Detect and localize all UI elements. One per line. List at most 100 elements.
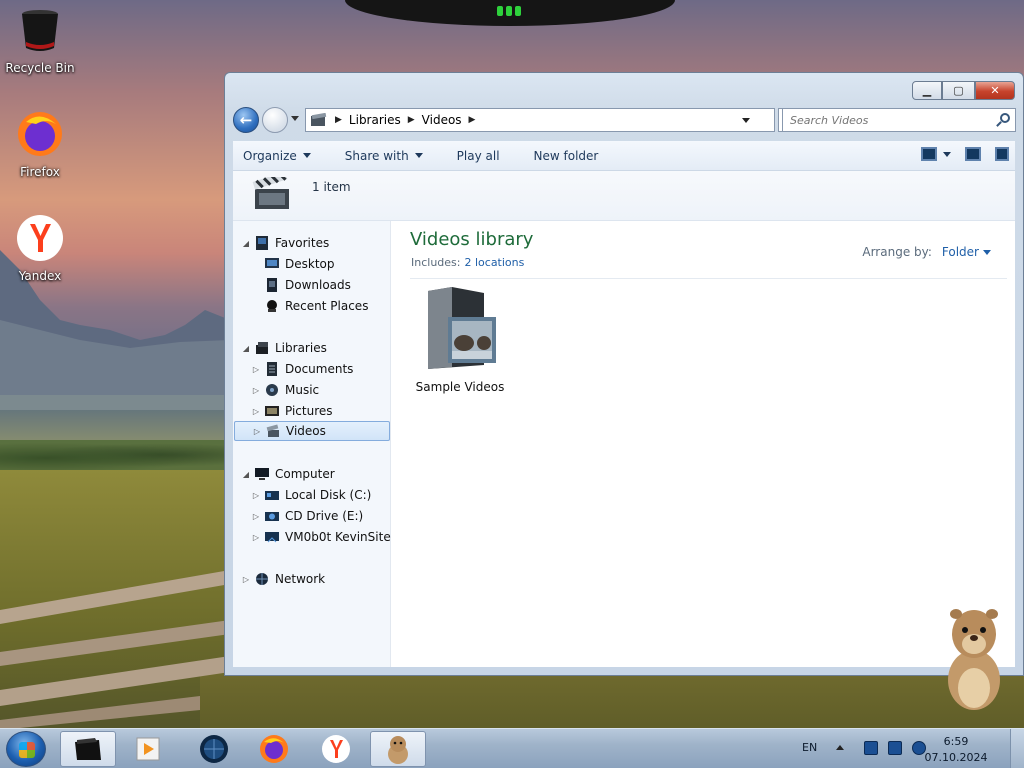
taskbar-media-player[interactable] <box>120 731 176 767</box>
expand-arrow-icon[interactable]: ▷ <box>251 386 261 395</box>
nav-downloads[interactable]: Downloads <box>261 275 351 295</box>
address-dropdown[interactable] <box>742 118 750 123</box>
play-all-button[interactable]: Play all <box>440 149 517 163</box>
firefox-icon <box>18 112 62 156</box>
show-hidden-icons-icon[interactable] <box>836 745 844 750</box>
divider <box>410 278 1007 279</box>
taskbar-globe-app[interactable] <box>186 731 242 767</box>
arrange-by: Arrange by: Folder <box>862 245 991 259</box>
view-controls <box>921 147 1009 161</box>
close-button[interactable]: ✕ <box>975 81 1015 100</box>
breadcrumb-separator-icon[interactable]: ▶ <box>408 115 415 125</box>
network-icon[interactable] <box>888 741 902 755</box>
clock[interactable]: 6:59 07.10.2024 <box>921 734 991 766</box>
expand-arrow-icon[interactable]: ▷ <box>251 491 261 500</box>
expand-arrow-icon[interactable]: ▷ <box>251 533 261 542</box>
firefox-icon <box>260 735 288 763</box>
breadcrumb-libraries[interactable]: Libraries <box>349 113 401 127</box>
yandex-icon <box>322 735 350 763</box>
nav-documents[interactable]: ▷ Documents <box>251 359 353 379</box>
nav-recent-places[interactable]: Recent Places <box>261 296 368 316</box>
network-globe-icon <box>256 573 268 585</box>
desktop-icon-recycle-bin[interactable]: Recycle Bin <box>0 6 80 75</box>
wallpaper-trees <box>0 440 230 470</box>
explorer-window: ▁ ▢ ✕ ← ▶ Libraries ▶ Videos ▶ ⇆ Organiz… <box>224 72 1024 676</box>
expand-arrow-icon[interactable]: ◢ <box>241 470 251 479</box>
recent-pages-dropdown[interactable] <box>291 116 299 121</box>
back-button[interactable]: ← <box>233 107 259 133</box>
search-box[interactable] <box>782 108 1016 132</box>
breadcrumb-separator-icon[interactable]: ▶ <box>469 115 476 125</box>
search-input[interactable] <box>783 113 993 127</box>
expand-arrow-icon[interactable]: ▷ <box>251 512 261 521</box>
desktop-icon-firefox[interactable]: Firefox <box>0 110 80 179</box>
system-tray: EN 6:59 07.10.2024 <box>794 729 1024 768</box>
navigation-bar: ← ▶ Libraries ▶ Videos ▶ ⇆ <box>233 107 1016 133</box>
breadcrumb-separator-icon[interactable]: ▶ <box>335 115 342 125</box>
recycle-bin-icon <box>22 10 58 51</box>
nav-computer-label: Computer <box>275 467 335 481</box>
maximize-button[interactable]: ▢ <box>942 81 975 100</box>
language-indicator[interactable]: EN <box>802 741 817 754</box>
taskbar-firefox[interactable] <box>246 731 302 767</box>
help-icon[interactable] <box>995 147 1009 161</box>
taskbar-yandex[interactable] <box>308 731 364 767</box>
expand-arrow-icon[interactable]: ▷ <box>241 575 251 584</box>
cd-drive-icon <box>265 512 279 521</box>
nav-music[interactable]: ▷ Music <box>251 380 319 400</box>
clock-date: 07.10.2024 <box>924 751 988 764</box>
arrange-dropdown[interactable]: Folder <box>942 245 991 259</box>
expand-arrow-icon[interactable]: ◢ <box>241 239 251 248</box>
preview-pane-icon[interactable] <box>965 147 981 161</box>
media-player-icon <box>136 737 160 761</box>
address-bar[interactable]: ▶ Libraries ▶ Videos ▶ ⇆ <box>305 108 804 132</box>
nav-pictures-label: Pictures <box>285 404 333 418</box>
search-icon[interactable] <box>1000 113 1010 123</box>
favorites-icon <box>256 236 268 250</box>
gopher-gadget-icon[interactable] <box>938 604 1010 712</box>
nav-favorites[interactable]: ◢ Favorites <box>241 233 329 253</box>
nav-desktop[interactable]: Desktop <box>261 254 335 274</box>
taskbar-gopher[interactable] <box>370 731 426 767</box>
globe-icon <box>200 735 228 763</box>
nav-videos-label: Videos <box>286 424 326 438</box>
share-with-button[interactable]: Share with <box>328 149 440 163</box>
forward-button[interactable] <box>262 107 288 133</box>
clapperboard-icon <box>252 177 289 209</box>
downloads-icon <box>267 278 277 292</box>
nav-network-site[interactable]: ▷ VM0b0t KevinSite <box>251 527 391 547</box>
command-bar: Organize Share with Play all New folder <box>233 141 1015 171</box>
gopher-icon <box>388 736 408 764</box>
expand-arrow-icon[interactable]: ▷ <box>251 365 261 374</box>
nav-local-disk-label: Local Disk (C:) <box>285 488 372 502</box>
taskbar-explorer[interactable] <box>60 731 116 767</box>
arrange-value: Folder <box>941 245 979 259</box>
nav-computer[interactable]: ◢ Computer <box>241 464 335 484</box>
expand-arrow-icon[interactable]: ▷ <box>251 407 261 416</box>
hard-drive-icon <box>265 491 279 500</box>
nav-network[interactable]: ▷ Network <box>241 569 325 589</box>
breadcrumb-videos[interactable]: Videos <box>422 113 462 127</box>
start-button[interactable] <box>6 731 46 767</box>
videos-library-icon <box>311 113 327 126</box>
nav-libraries[interactable]: ◢ Libraries <box>241 338 327 358</box>
change-view-icon[interactable] <box>921 147 937 161</box>
nav-local-disk[interactable]: ▷ Local Disk (C:) <box>251 485 371 505</box>
nav-cd-drive[interactable]: ▷ CD Drive (E:) <box>251 506 363 526</box>
organize-button[interactable]: Organize <box>233 149 328 163</box>
folder-item[interactable]: Sample Videos <box>410 285 510 394</box>
library-includes: Includes: 2 locations <box>411 256 524 269</box>
expand-arrow-icon[interactable]: ◢ <box>241 344 251 353</box>
nav-pictures[interactable]: ▷ Pictures <box>251 401 333 421</box>
desktop-icon-yandex[interactable]: Yandex <box>0 214 80 283</box>
nav-cd-drive-label: CD Drive (E:) <box>285 509 364 523</box>
expand-arrow-icon[interactable]: ▷ <box>252 427 262 436</box>
tray-app-icon[interactable] <box>864 741 878 755</box>
minimize-button[interactable]: ▁ <box>912 81 942 100</box>
new-folder-button[interactable]: New folder <box>517 149 616 163</box>
nav-videos[interactable]: ▷ Videos <box>234 421 390 441</box>
view-options-dropdown[interactable] <box>943 151 951 157</box>
show-desktop-button[interactable] <box>1010 729 1024 768</box>
locations-link[interactable]: 2 locations <box>464 256 524 269</box>
taskbar: EN 6:59 07.10.2024 <box>0 728 1024 768</box>
